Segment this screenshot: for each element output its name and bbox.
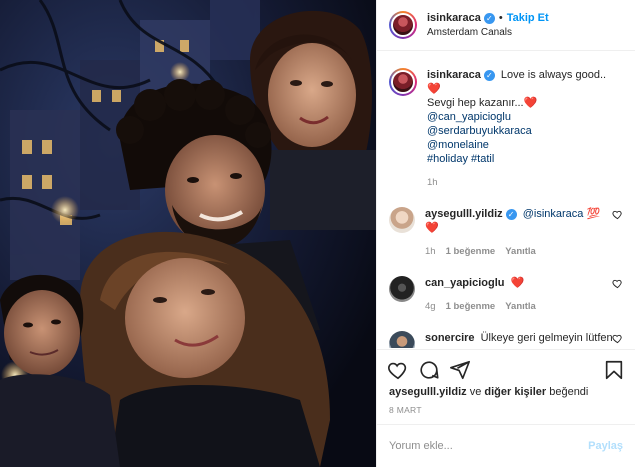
comments-list[interactable]: isinkaraca ✓ Love is always good.. ❤️ Sev… <box>377 52 635 348</box>
heart-outline-icon[interactable] <box>612 278 623 289</box>
likes-suffix: beğendi <box>549 386 589 398</box>
post-date[interactable]: 8 MART <box>389 405 422 415</box>
comment-input[interactable]: Yorum ekle... <box>389 440 588 452</box>
likes-connector: ve <box>469 386 482 398</box>
caption-line-2: Sevgi hep kazanır... <box>427 97 524 109</box>
post-comment-button[interactable]: Paylaş <box>588 440 623 452</box>
action-bar <box>377 349 635 389</box>
reply-button[interactable]: Yanıtla <box>505 300 536 314</box>
likes-summary: aysegulll.yildiz ve diğer kişiler beğend… <box>389 386 588 398</box>
post-header: isinkaraca ✓ • Takip Et Amsterdam Canals <box>377 0 635 51</box>
bookmark-icon[interactable] <box>603 359 625 381</box>
share-icon[interactable] <box>449 359 471 381</box>
commenter-username[interactable]: can_yapicioglu <box>425 277 504 289</box>
comment-likes[interactable]: 1 beğenme <box>446 300 496 314</box>
follow-button[interactable]: Takip Et <box>507 12 549 25</box>
red-heart-emoji: ❤️ <box>510 277 525 289</box>
caption-username[interactable]: isinkaraca <box>427 69 481 81</box>
commenter-username[interactable]: aysegulll.yildiz <box>425 208 503 220</box>
commenter-avatar[interactable] <box>389 207 415 233</box>
comment-time[interactable]: 4g <box>425 300 436 314</box>
red-heart-emoji: ❤️ <box>425 222 439 234</box>
reply-button[interactable]: Yanıtla <box>505 245 536 259</box>
separator-dot: • <box>498 11 503 24</box>
heart-outline-icon[interactable] <box>612 333 623 344</box>
red-heart-emoji: ❤️ <box>523 97 538 109</box>
author-avatar[interactable] <box>389 11 417 39</box>
selfie-photo-image <box>0 0 376 467</box>
author-username[interactable]: isinkaraca <box>427 12 481 25</box>
comment-text: Ülkeye geri gelmeyin lütfen <box>480 332 613 344</box>
post-location[interactable]: Amsterdam Canals <box>427 26 549 39</box>
verified-badge-icon: ✓ <box>483 70 495 81</box>
comment-icon[interactable] <box>418 359 440 381</box>
comment-mention[interactable]: @isinkaraca <box>523 208 584 220</box>
caption-mention[interactable]: @monelaine <box>427 139 489 151</box>
comment-time[interactable]: 1h <box>425 245 436 259</box>
caption: isinkaraca ✓ Love is always good.. ❤️ Sev… <box>389 68 623 190</box>
commenter-username[interactable]: sonercire <box>425 332 475 344</box>
post-photo[interactable] <box>0 0 376 467</box>
verified-badge-icon: ✓ <box>483 12 495 24</box>
post-details-panel: isinkaraca ✓ • Takip Et Amsterdam Canals… <box>376 0 635 467</box>
heart-outline-icon[interactable] <box>612 209 623 220</box>
verified-badge-icon: ✓ <box>505 209 517 220</box>
comment-likes[interactable]: 1 beğenme <box>446 245 496 259</box>
liker-username[interactable]: aysegulll.yildiz <box>389 386 467 398</box>
instagram-post: isinkaraca ✓ • Takip Et Amsterdam Canals… <box>0 0 635 467</box>
other-likers-link[interactable]: diğer kişiler <box>484 386 546 398</box>
caption-time[interactable]: 1h <box>427 176 438 190</box>
heart-outline-icon[interactable] <box>387 359 409 381</box>
caption-author-avatar[interactable] <box>389 68 417 96</box>
comment-item: sonercire Ülkeye geri gelmeyin lütfen <box>389 331 623 348</box>
caption-mention[interactable]: @can_yapicioglu <box>427 111 511 123</box>
hundred-emoji: 💯 <box>586 208 601 220</box>
comment-item: can_yapicioglu ❤️ 4g 1 beğenme Yanıtla <box>389 276 623 314</box>
commenter-avatar[interactable] <box>389 276 415 302</box>
caption-line-1: Love is always good.. <box>500 69 607 81</box>
red-heart-emoji: ❤️ <box>427 83 441 95</box>
comment-item: aysegulll.yildiz ✓ @isinkaraca 💯 ❤️ 1h 1 … <box>389 207 623 259</box>
add-comment-bar: Yorum ekle... Paylaş <box>377 424 635 467</box>
commenter-avatar[interactable] <box>389 331 415 348</box>
caption-hashtag[interactable]: #tatil <box>471 153 494 165</box>
caption-hashtag[interactable]: #holiday <box>427 153 468 165</box>
caption-mention[interactable]: @serdarbuyukkaraca <box>427 125 532 137</box>
